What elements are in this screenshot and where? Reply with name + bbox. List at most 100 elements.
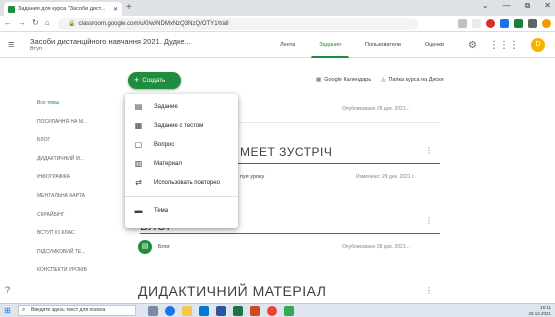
menu-item-question[interactable]: ▢ Вопрос <box>125 135 238 154</box>
url-text: classroom.google.com/u/0/w/NDMxNzQ3NzQ/O… <box>78 21 229 27</box>
topic-item[interactable]: МЕНТАЛЬНА КАРТА <box>37 192 87 211</box>
browser-tab[interactable]: Задания для курса "Засоби дист... ✕ <box>4 2 122 16</box>
section-underline <box>140 233 440 234</box>
topic-item[interactable]: ІНФОГРАФІКА <box>37 173 87 192</box>
task-view-icon[interactable] <box>148 306 158 316</box>
course-name: Засоби дистанційного навчання 2021. Дудк… <box>30 37 191 46</box>
apps-grid-icon[interactable]: ⋮⋮⋮ <box>489 40 519 51</box>
search-icon: ⌕ <box>22 307 26 313</box>
topic-item[interactable]: СКРАЙБІНГ <box>37 211 87 230</box>
new-tab-button[interactable]: + <box>126 2 132 14</box>
course-section: Втуп <box>30 46 42 52</box>
excel-icon[interactable] <box>233 306 243 316</box>
material-title[interactable]: пуя уроку <box>240 174 264 180</box>
app-icon[interactable] <box>284 306 294 316</box>
windows-start-icon[interactable]: ⊞ <box>4 306 11 315</box>
close-tab-icon[interactable]: ✕ <box>113 6 118 13</box>
powerpoint-icon[interactable] <box>250 306 260 316</box>
store-icon[interactable] <box>199 306 209 316</box>
topic-item[interactable]: БЛОГ <box>37 136 87 155</box>
menu-item-reuse[interactable]: ⇄ Использовать повторно <box>125 173 238 192</box>
tab-search-icon[interactable]: ⌄ <box>482 1 489 11</box>
extensions-area <box>458 19 551 28</box>
calendar-label: Google Календарь <box>324 77 372 83</box>
menu-item-label: Задание с тестом <box>154 122 204 129</box>
extension-red-icon[interactable] <box>486 19 495 28</box>
extension-green-icon[interactable] <box>514 19 523 28</box>
calendar-icon: ▦ <box>316 77 322 83</box>
maximize-button[interactable]: ⧉ <box>525 1 531 11</box>
create-button[interactable]: + Создать <box>128 72 181 89</box>
material-icon: ▥ <box>134 159 143 168</box>
quiz-assignment-icon: ▦ <box>134 121 143 130</box>
star-icon[interactable] <box>472 19 481 28</box>
menu-item-assignment[interactable]: ▤ Задание <box>125 97 238 116</box>
question-icon: ▢ <box>134 140 143 149</box>
topic-item[interactable]: ДИДАКТИЧНИЙ М... <box>37 155 87 174</box>
tab-stream[interactable]: Лента <box>268 32 307 58</box>
course-title-block[interactable]: Засоби дистанційного навчання 2021. Дудк… <box>30 37 191 52</box>
topic-item[interactable]: ВСТУП ІО КЛАС <box>37 229 87 248</box>
menu-item-label: Вопрос <box>154 141 175 148</box>
menu-item-material[interactable]: ▥ Материал <box>125 154 238 173</box>
post-date: Опубликовано 28 дек. 2021... <box>342 244 410 250</box>
back-icon[interactable]: ← <box>4 18 12 27</box>
settings-gear-icon[interactable]: ⚙ <box>468 40 477 51</box>
window-controls: ⌄ — ⧉ ✕ <box>482 1 551 11</box>
menu-item-label: Материал <box>154 160 182 167</box>
toolbar-links: ▦ Google Календарь ◬ Папка курса на Диске <box>316 77 444 83</box>
word-icon[interactable] <box>216 306 226 316</box>
menu-item-label: Задание <box>154 103 178 110</box>
system-tray[interactable]: 15:11 29.12.2021 <box>528 305 551 316</box>
extension-blue-icon[interactable] <box>500 19 509 28</box>
topics-list: Все темы ПОСИЛАННЯ НА М... БЛОГ ДИДАКТИЧ… <box>37 99 87 285</box>
reuse-post-icon: ⇄ <box>135 178 142 187</box>
google-calendar-link[interactable]: ▦ Google Календарь <box>316 77 371 83</box>
help-icon[interactable]: ? <box>5 285 10 295</box>
tab-classwork[interactable]: Задания <box>307 32 353 58</box>
lock-icon: 🔒 <box>68 21 76 27</box>
close-window-button[interactable]: ✕ <box>544 1 551 11</box>
menu-item-quiz[interactable]: ▦ Задание с тестом <box>125 116 238 135</box>
share-icon[interactable] <box>458 19 467 28</box>
topic-item[interactable]: ПОСИЛАННЯ НА М... <box>37 118 87 137</box>
taskbar-search-input[interactable]: ⌕ Введите здесь текст для поиска <box>18 305 136 316</box>
course-tabs: Лента Задания Пользователи Оценки <box>268 32 456 58</box>
topic-all[interactable]: Все темы <box>37 99 87 118</box>
tab-people[interactable]: Пользователи <box>353 32 413 58</box>
profile-icon[interactable] <box>542 19 551 28</box>
blog-item-title[interactable]: Блог <box>158 244 170 250</box>
post-date: Опубликовано 28 дек. 2021... <box>342 106 410 112</box>
create-label: Создать <box>142 78 166 84</box>
taskbar-search-placeholder: Введите здесь текст для поиска <box>31 307 106 313</box>
file-explorer-icon[interactable] <box>182 306 192 316</box>
create-menu: ▤ Задание ▦ Задание с тестом ▢ Вопрос ▥ Мате… <box>125 94 238 228</box>
chrome-icon[interactable] <box>267 306 277 316</box>
forward-icon[interactable]: → <box>18 18 26 27</box>
plus-icon: + <box>134 75 140 85</box>
avatar[interactable]: D <box>531 38 545 52</box>
more-vert-icon[interactable]: ⋮ <box>425 286 433 295</box>
more-vert-icon[interactable]: ⋮ <box>425 146 433 155</box>
more-vert-icon[interactable]: ⋮ <box>425 216 433 225</box>
header-actions: ⚙ ⋮⋮⋮ D <box>468 38 545 52</box>
minimize-button[interactable]: — <box>503 1 511 11</box>
puzzle-icon[interactable] <box>528 19 537 28</box>
menu-item-topic[interactable]: ▬ Тема <box>125 201 238 220</box>
reload-icon[interactable]: ↻ <box>32 18 39 27</box>
home-icon[interactable]: ⌂ <box>45 18 50 27</box>
browser-tab-bar: Задания для курса "Засоби дист... ✕ + ⌄ … <box>0 0 555 16</box>
section-title: ДИДАКТИЧНИЙ МАТЕРІАЛ <box>138 283 327 299</box>
drive-icon: ◬ <box>381 77 386 83</box>
main-menu-icon[interactable]: ≡ <box>8 39 14 51</box>
url-field[interactable]: 🔒 classroom.google.com/u/0/w/NDMxNzQ3NzQ/… <box>58 18 418 30</box>
topic-item[interactable]: КОНСПЕКТИ УРОКІВ <box>37 266 87 285</box>
tab-grades[interactable]: Оценки <box>413 32 456 58</box>
drive-folder-link[interactable]: ◬ Папка курса на Диске <box>381 77 444 83</box>
topic-item[interactable]: ПІДСУМКОВИЙ ТЕ... <box>37 248 87 267</box>
topic-icon: ▬ <box>134 206 143 215</box>
windows-taskbar: ⊞ ⌕ Введите здесь текст для поиска 15:11 … <box>0 303 555 317</box>
taskbar-apps <box>148 306 294 316</box>
classroom-header: ≡ Засоби дистанційного навчання 2021. Ду… <box>0 32 555 58</box>
edge-icon[interactable] <box>165 306 175 316</box>
